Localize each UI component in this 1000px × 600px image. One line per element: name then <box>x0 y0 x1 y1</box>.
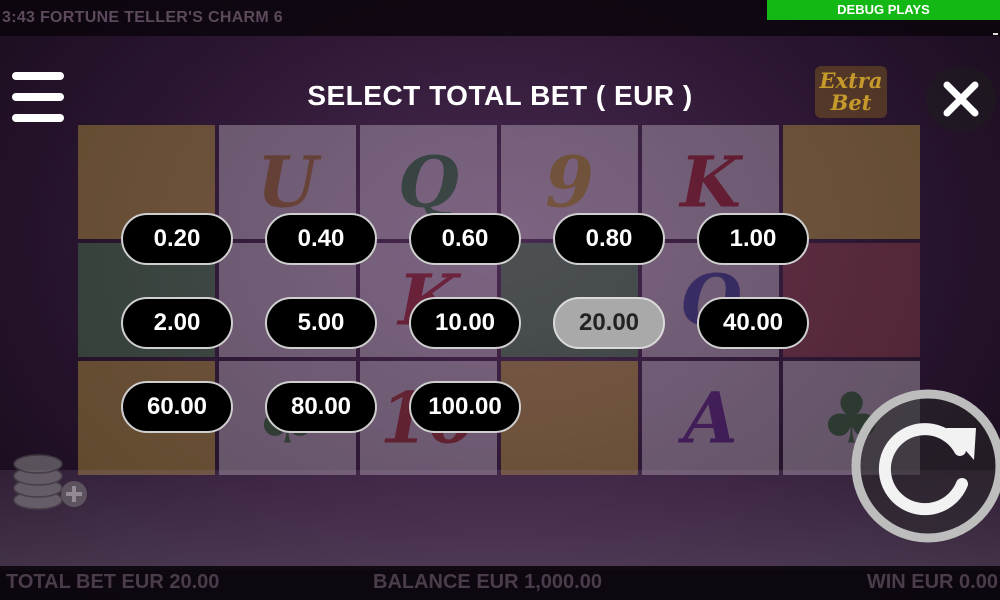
top-bar: 3:43 FORTUNE TELLER'S CHARM 6 DEBUG PLAY… <box>0 0 1000 36</box>
reel-symbol-fortune-teller <box>783 243 920 357</box>
game-title: 3:43 FORTUNE TELLER'S CHARM 6 <box>2 9 283 26</box>
win-readout: WIN EUR 0.00 <box>866 571 998 593</box>
bet-option-button[interactable]: 5.00 <box>265 297 377 349</box>
bet-option-button[interactable]: 80.00 <box>265 381 377 433</box>
coin-stack-plus-icon[interactable] <box>12 450 92 514</box>
status-bar: TOTAL BET EUR 20.00 BALANCE EUR 1,000.00… <box>0 566 1000 600</box>
bet-option-button[interactable]: 0.80 <box>553 213 665 265</box>
spin-button[interactable] <box>850 388 1000 544</box>
debug-plays-button[interactable]: DEBUG PLAYS <box>767 0 1000 20</box>
bet-option-button[interactable]: 1.00 <box>697 213 809 265</box>
total-bet-readout: TOTAL BET EUR 20.00 <box>6 571 220 593</box>
bet-option-button-selected[interactable]: 20.00 <box>553 297 665 349</box>
reel-symbol-a: A <box>642 361 779 475</box>
close-button[interactable] <box>926 66 996 132</box>
bet-option-button[interactable]: 2.00 <box>121 297 233 349</box>
extra-bet-label: Extra <box>819 68 883 93</box>
reel-symbol-feather <box>783 125 920 239</box>
close-icon <box>943 81 979 117</box>
extra-bet-label: Bet <box>830 90 872 115</box>
bet-option-button[interactable]: 10.00 <box>409 297 521 349</box>
bet-option-button[interactable]: 60.00 <box>121 381 233 433</box>
debug-dash-icon <box>993 33 998 35</box>
reel-symbol-feather <box>501 361 638 475</box>
bet-option-button[interactable]: 0.20 <box>121 213 233 265</box>
bet-option-button[interactable]: 40.00 <box>697 297 809 349</box>
bet-option-button[interactable]: 0.40 <box>265 213 377 265</box>
balance-readout: BALANCE EUR 1,000.00 <box>373 571 602 593</box>
bet-option-button[interactable]: 0.60 <box>409 213 521 265</box>
extra-bet-button[interactable]: Extra Bet <box>815 66 887 118</box>
spin-arrow-icon <box>851 389 1000 543</box>
bet-option-button[interactable]: 100.00 <box>409 381 521 433</box>
